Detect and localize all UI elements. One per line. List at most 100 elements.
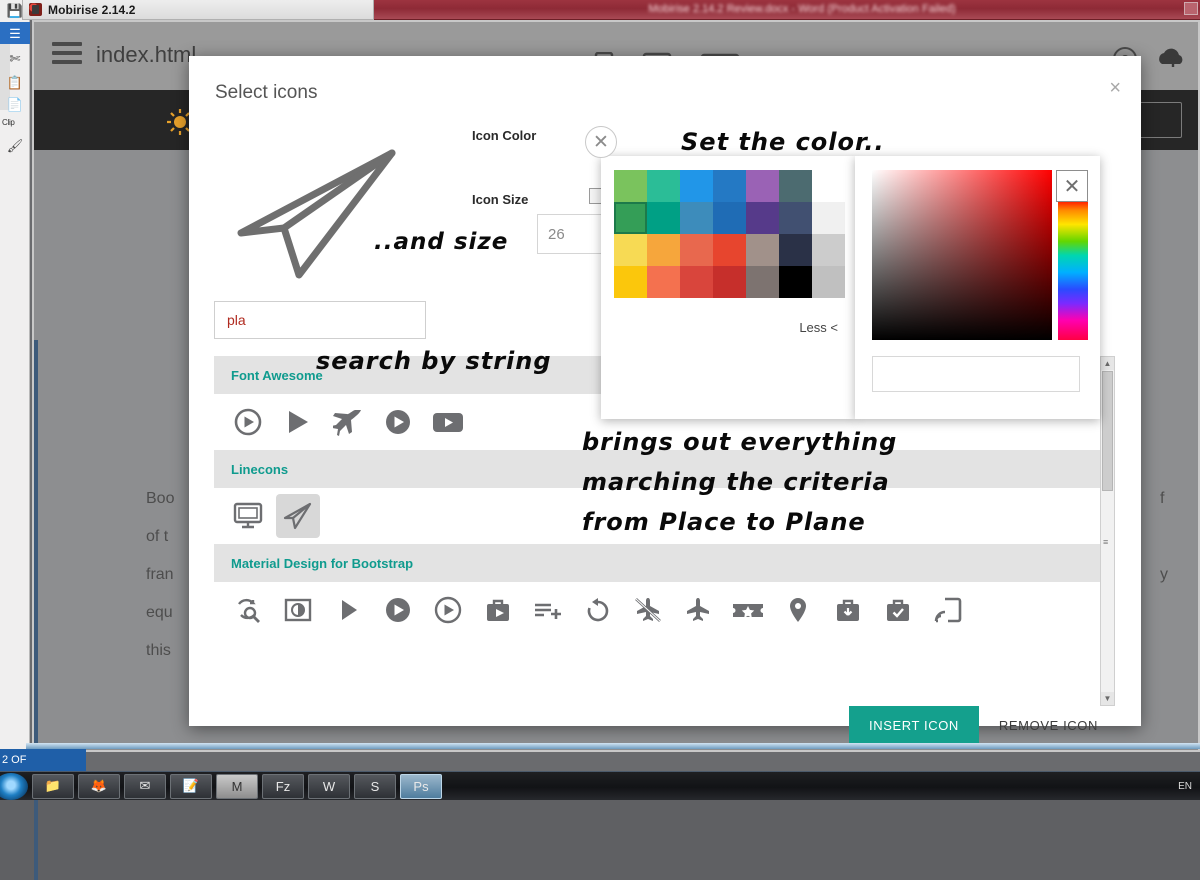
color-swatch-popover: ✕ Less < [601,156,856,419]
business-center-play-icon[interactable] [476,588,520,632]
play-circle-filled-icon[interactable] [376,588,420,632]
firefox-icon: 🦊 [91,778,107,794]
taskbar-item-skype[interactable]: S [354,774,396,799]
color-swatch[interactable] [779,266,812,298]
color-swatch[interactable] [680,170,713,202]
local-play-icon[interactable] [726,588,770,632]
annotation-and-size: ..and size [374,229,508,255]
close-icon[interactable]: ✕ [1056,170,1088,202]
color-swatch[interactable] [647,234,680,266]
color-swatch[interactable] [713,234,746,266]
explorer-icon: 📁 [45,778,61,794]
color-swatch[interactable] [647,170,680,202]
airplanemode-off-icon[interactable] [626,588,670,632]
insert-icon-button[interactable]: INSERT ICON [849,706,979,744]
plane-icon[interactable] [326,400,370,444]
hamburger-menu-icon[interactable] [52,42,82,66]
taskbar-item-firefox[interactable]: 🦊 [78,774,120,799]
place-pin-icon[interactable] [776,588,820,632]
color-swatch[interactable] [746,202,779,234]
close-icon[interactable]: × [1109,78,1121,98]
taskbar-item-mail[interactable]: ✉ [124,774,166,799]
less-toggle-link[interactable]: Less < [799,320,838,335]
scissors-icon[interactable]: ✄ [3,48,27,70]
saturation-value-area[interactable] [872,170,1052,340]
color-swatch[interactable] [779,234,812,266]
play-arrow-icon[interactable] [326,588,370,632]
taskbar-items: 📁 🦊 ✉📝MFz W S Ps [28,774,442,799]
scroll-down-arrow[interactable]: ▼ [1101,692,1114,705]
start-button[interactable] [0,773,28,800]
hue-slider[interactable] [1058,199,1088,340]
color-swatch[interactable] [614,234,647,266]
work-check-icon[interactable] [876,588,920,632]
color-swatch[interactable] [713,202,746,234]
color-swatch[interactable] [746,234,779,266]
windows-taskbar: 📁 🦊 ✉📝MFz W S Ps EN [0,771,1200,800]
youtube-play-icon[interactable] [426,400,470,444]
play-icon[interactable] [276,400,320,444]
color-swatch[interactable] [779,170,812,202]
taskbar-item-photoshop[interactable]: Ps [400,774,442,799]
taskbar-item-explorer[interactable]: 📁 [32,774,74,799]
desktop-background: 💾 ☰ ✄ 📋 📄 🖌 Clip Mobirise 2.14.2 Review.… [0,0,1200,800]
photoshop-tool-strip: 💾 ☰ ✄ 📋 📄 🖌 Clip [0,0,30,752]
color-swatch[interactable] [614,266,647,298]
color-swatch[interactable] [713,266,746,298]
play-circle-outline-icon[interactable] [426,588,470,632]
remove-icon-button[interactable]: REMOVE ICON [993,718,1104,733]
color-swatch[interactable] [812,170,845,202]
photoshop-icon: Ps [413,779,428,794]
word-icon: W [323,779,335,794]
icon-size-input[interactable] [537,214,607,254]
color-swatch[interactable] [812,202,845,234]
photoshop-status-text: 2 OF [0,749,86,771]
taskbar-item-word[interactable]: W [308,774,350,799]
brightness-medium-icon[interactable] [276,588,320,632]
play-circle-icon[interactable] [376,400,420,444]
clipboard-icon[interactable]: 📋 [3,72,27,94]
brush-icon[interactable]: 🖌 [3,135,27,157]
background-paragraph-right: f y [1160,480,1180,594]
close-icon[interactable]: ✕ [585,126,617,158]
select-icon[interactable]: ☰ [3,23,27,45]
taskbar-item-mobirise[interactable]: M [216,774,258,799]
scrollbar-grip: ≡ [1103,537,1108,547]
taskbar-item-filezilla[interactable]: Fz [262,774,304,799]
color-swatch[interactable] [614,170,647,202]
color-swatch[interactable] [614,202,647,234]
airplanemode-active-icon[interactable] [676,588,720,632]
color-swatch[interactable] [680,234,713,266]
hex-color-input[interactable] [872,356,1080,392]
color-swatch[interactable] [647,266,680,298]
annotation-search: search by string [316,347,552,375]
color-swatch[interactable] [812,266,845,298]
scroll-up-arrow[interactable]: ▲ [1101,357,1114,370]
paper-plane-icon[interactable] [276,494,320,538]
copy-icon[interactable]: 📄 [3,94,27,116]
skype-icon: S [371,779,380,794]
color-swatch[interactable] [647,202,680,234]
color-swatch[interactable] [680,266,713,298]
replay-icon[interactable] [576,588,620,632]
icon-size-label: Icon Size [472,192,528,207]
playlist-add-icon[interactable] [526,588,570,632]
play-circle-o-icon[interactable] [226,400,270,444]
screen-share-icon[interactable] [926,588,970,632]
color-swatch[interactable] [812,234,845,266]
window-restore-button[interactable] [1184,2,1198,15]
tray-language-indicator[interactable]: EN [1178,781,1192,792]
display-monitor-icon[interactable] [226,494,270,538]
library-scrollbar[interactable]: ▲ ≡ ▼ [1100,356,1115,706]
find-replace-icon[interactable] [226,588,270,632]
color-swatch[interactable] [746,170,779,202]
color-swatch[interactable] [680,202,713,234]
color-swatch[interactable] [779,202,812,234]
work-download-icon[interactable] [826,588,870,632]
color-swatch[interactable] [713,170,746,202]
scrollbar-thumb[interactable] [1102,371,1113,491]
search-input[interactable] [214,301,426,339]
color-swatch[interactable] [746,266,779,298]
taskbar-item-notepad-plus-plus[interactable]: 📝 [170,774,212,799]
publish-upload-icon[interactable] [1158,47,1188,71]
